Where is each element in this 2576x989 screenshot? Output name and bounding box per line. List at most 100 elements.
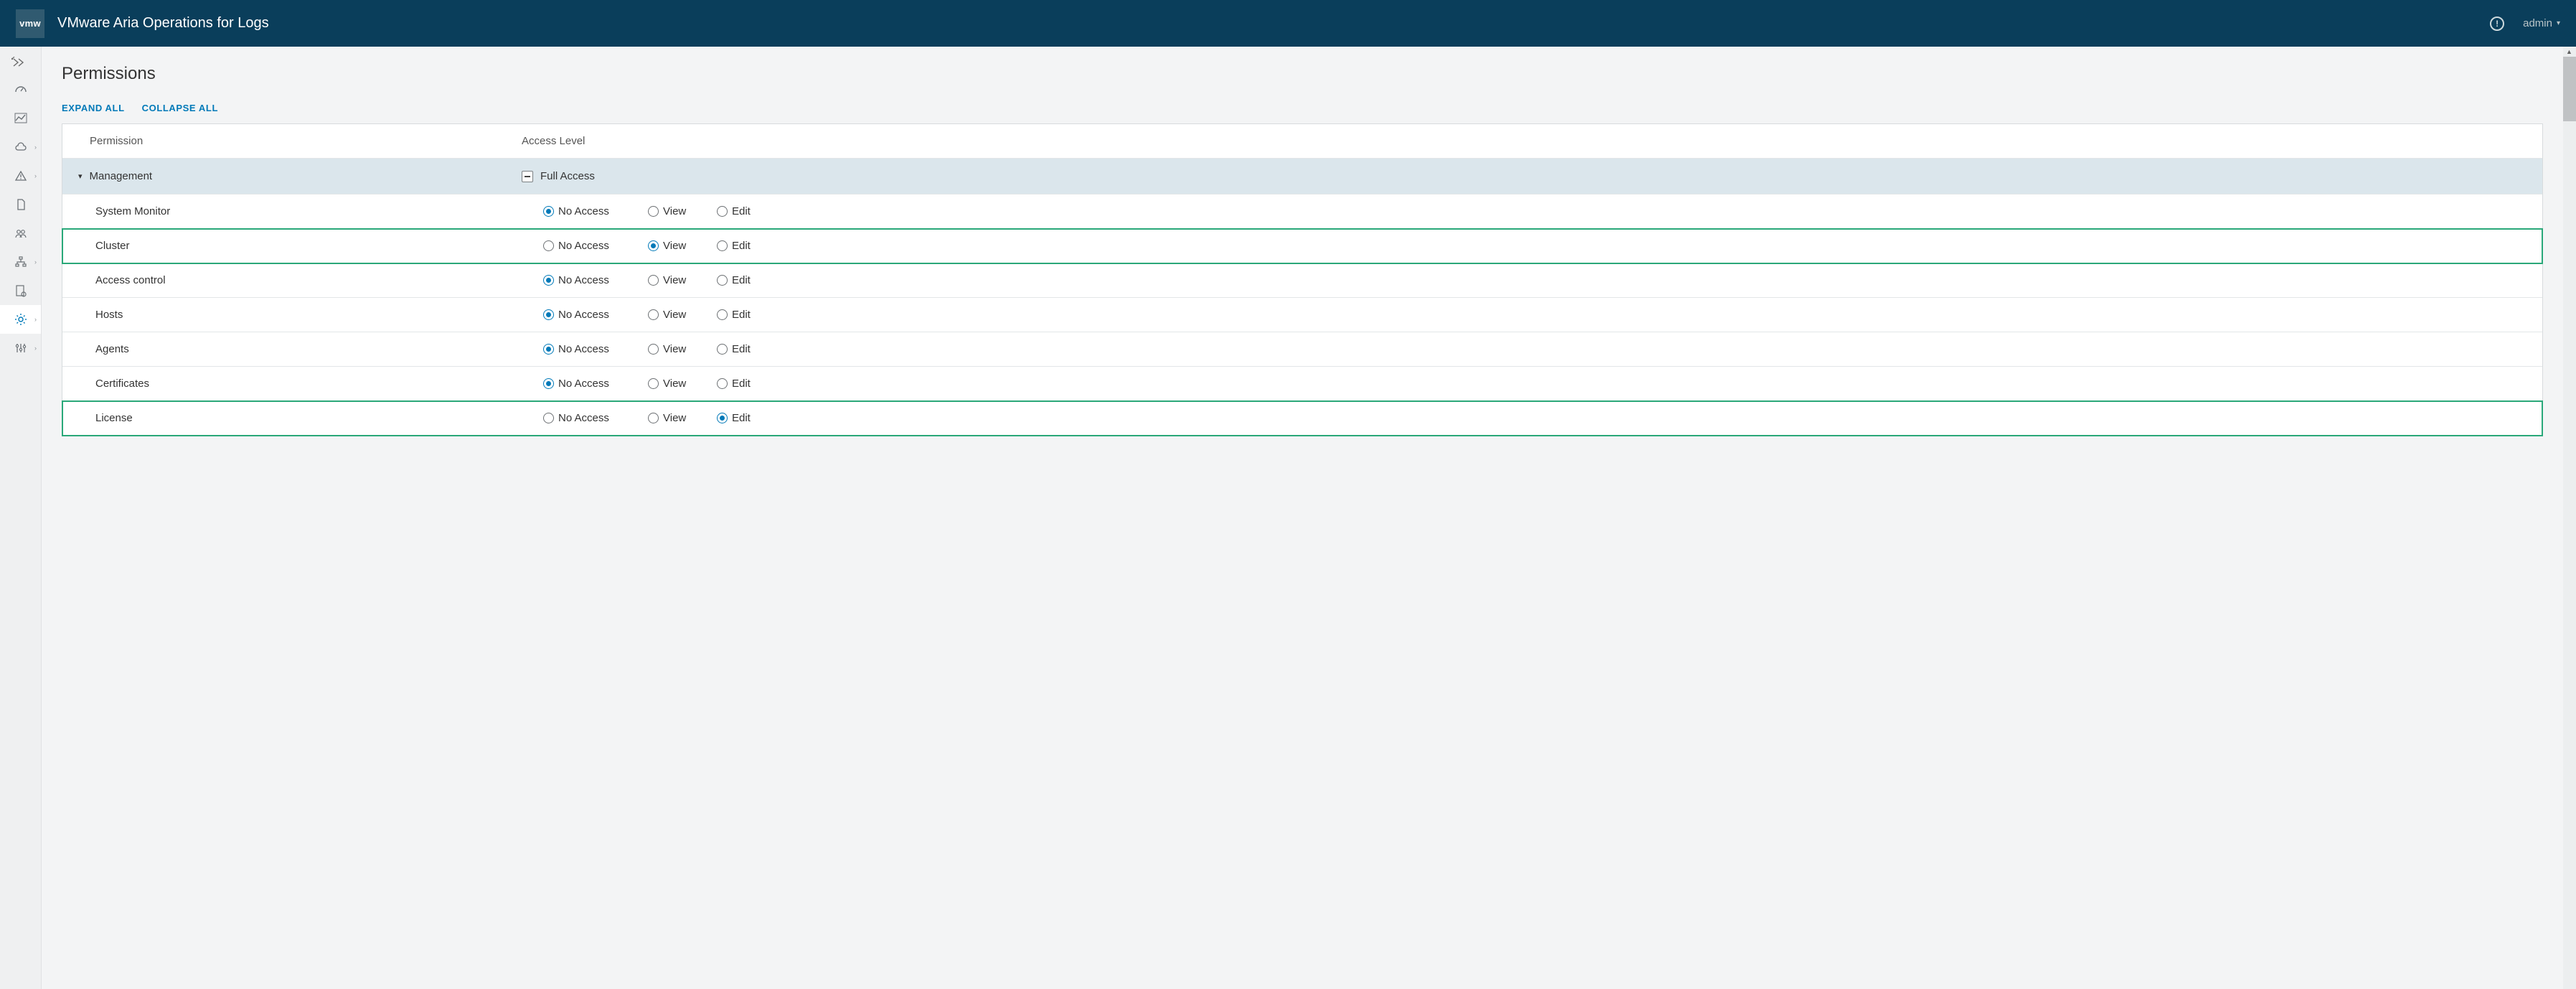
radio-option-view[interactable]: View — [648, 343, 698, 355]
col-permission-header: Permission — [62, 135, 522, 147]
radio-option-no_access[interactable]: No Access — [543, 309, 629, 321]
group-state-label: Full Access — [540, 170, 595, 182]
radio-icon — [648, 413, 659, 423]
permission-name: System Monitor — [62, 205, 522, 217]
radio-label: No Access — [558, 240, 609, 252]
sidebar-pin-toggle[interactable] — [0, 50, 41, 75]
expand-all-link[interactable]: EXPAND ALL — [62, 103, 125, 113]
radio-icon — [717, 240, 728, 251]
radio-icon — [648, 206, 659, 217]
radio-option-view[interactable]: View — [648, 205, 698, 217]
topology-icon — [14, 255, 28, 269]
radio-icon — [648, 378, 659, 389]
vmw-logo: vmw — [16, 9, 44, 38]
radio-icon — [543, 206, 554, 217]
radio-label: Edit — [732, 240, 751, 252]
radio-icon — [648, 275, 659, 286]
radio-label: Edit — [732, 378, 751, 390]
radio-label: Edit — [732, 412, 751, 424]
user-label: admin — [2523, 17, 2552, 29]
tristate-checkbox[interactable] — [522, 171, 533, 182]
radio-label: View — [663, 274, 686, 286]
vertical-scrollbar[interactable]: ▲ — [2563, 47, 2576, 989]
chevron-right-icon: › — [34, 344, 37, 352]
radio-option-edit[interactable]: Edit — [717, 343, 760, 355]
radio-icon — [717, 413, 728, 423]
radio-option-edit[interactable]: Edit — [717, 240, 760, 252]
permission-row: Certificates No Access View Edit — [62, 367, 2542, 401]
radio-icon — [717, 344, 728, 355]
permission-name: Cluster — [62, 240, 522, 252]
permissions-table: Permission Access Level ▾ Management Ful… — [62, 123, 2543, 436]
radio-option-view[interactable]: View — [648, 378, 698, 390]
sidebar-item-report[interactable] — [0, 276, 41, 305]
permission-name: Hosts — [62, 309, 522, 321]
group-toggle-management[interactable]: ▾ Management — [62, 170, 522, 182]
sidebar-item-dashboard[interactable] — [0, 75, 41, 104]
people-icon — [14, 226, 28, 240]
chevron-down-icon: ▾ — [78, 172, 83, 181]
info-icon[interactable]: ! — [2490, 17, 2504, 31]
vmw-logo-text: vmw — [19, 18, 41, 29]
header-right: ! admin ▾ — [2490, 17, 2560, 31]
sidebar-item-content[interactable] — [0, 190, 41, 219]
radio-icon — [648, 344, 659, 355]
radio-label: View — [663, 412, 686, 424]
radio-option-no_access[interactable]: No Access — [543, 274, 629, 286]
radio-option-edit[interactable]: Edit — [717, 412, 760, 424]
chevron-right-icon: › — [34, 144, 37, 151]
radio-label: Edit — [732, 274, 751, 286]
radio-option-view[interactable]: View — [648, 412, 698, 424]
radio-icon — [648, 309, 659, 320]
radio-label: View — [663, 378, 686, 390]
radio-option-no_access[interactable]: No Access — [543, 378, 629, 390]
radio-label: No Access — [558, 205, 609, 217]
access-level-options: No Access View Edit — [522, 274, 2542, 286]
radio-option-edit[interactable]: Edit — [717, 274, 760, 286]
collapse-all-link[interactable]: COLLAPSE ALL — [142, 103, 218, 113]
permission-row: Hosts No Access View Edit — [62, 298, 2542, 332]
radio-label: View — [663, 343, 686, 355]
sidebar-item-tools[interactable]: › — [0, 334, 41, 362]
report-icon — [14, 283, 28, 298]
scrollbar-thumb[interactable] — [2563, 57, 2576, 121]
radio-label: View — [663, 205, 686, 217]
radio-option-edit[interactable]: Edit — [717, 378, 760, 390]
sidebar-item-alerts[interactable]: › — [0, 161, 41, 190]
radio-option-view[interactable]: View — [648, 309, 698, 321]
permission-name: Access control — [62, 274, 522, 286]
radio-option-view[interactable]: View — [648, 240, 698, 252]
permission-name: Certificates — [62, 378, 522, 390]
radio-option-view[interactable]: View — [648, 274, 698, 286]
radio-option-edit[interactable]: Edit — [717, 309, 760, 321]
radio-option-no_access[interactable]: No Access — [543, 240, 629, 252]
sidebar: › › › — [0, 47, 42, 989]
sidebar-item-topology[interactable]: › — [0, 248, 41, 276]
radio-icon — [648, 240, 659, 251]
access-level-options: No Access View Edit — [522, 378, 2542, 390]
access-level-options: No Access View Edit — [522, 343, 2542, 355]
permission-row: Access control No Access View Edit — [62, 263, 2542, 298]
access-level-options: No Access View Edit — [522, 205, 2542, 217]
user-menu[interactable]: admin ▾ — [2523, 17, 2560, 29]
sidebar-item-sources[interactable] — [0, 219, 41, 248]
sidebar-item-cloud[interactable]: › — [0, 133, 41, 161]
radio-icon — [717, 309, 728, 320]
app-header: vmw VMware Aria Operations for Logs ! ad… — [0, 0, 2576, 47]
permission-row: AgentsNo AccessViewEdit — [62, 332, 2542, 367]
radio-option-edit[interactable]: Edit — [717, 205, 760, 217]
group-label: Management — [90, 170, 153, 182]
radio-icon — [543, 240, 554, 251]
sidebar-item-explore[interactable] — [0, 104, 41, 133]
radio-label: No Access — [558, 412, 609, 424]
radio-label: Edit — [732, 205, 751, 217]
radio-option-no_access[interactable]: No Access — [543, 412, 629, 424]
radio-icon — [717, 275, 728, 286]
expand-collapse-actions: EXPAND ALL COLLAPSE ALL — [62, 103, 2543, 113]
permission-row: System Monitor No Access View Edit — [62, 194, 2542, 229]
radio-option-no_access[interactable]: No Access — [543, 205, 629, 217]
sidebar-item-settings[interactable]: › — [0, 305, 41, 334]
radio-option-no_access[interactable]: No Access — [543, 343, 629, 355]
chevron-right-icon: › — [34, 172, 37, 179]
product-title: VMware Aria Operations for Logs — [57, 15, 269, 32]
